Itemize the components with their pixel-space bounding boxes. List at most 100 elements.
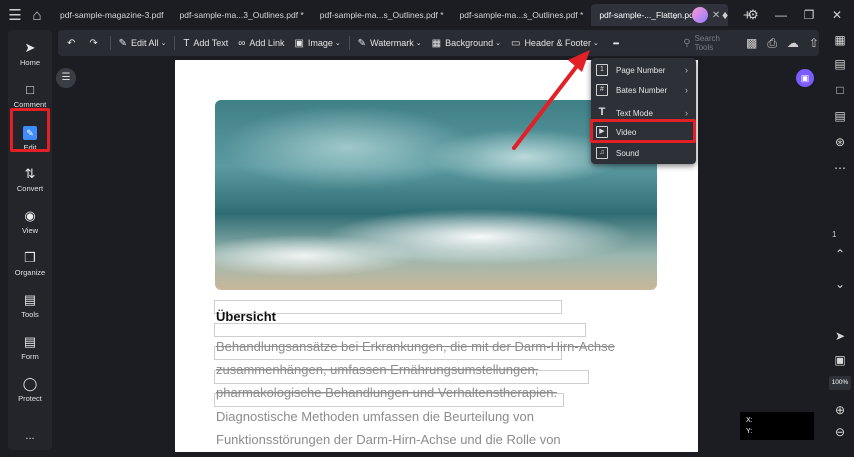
properties-icon[interactable]: ▤ [832, 56, 848, 72]
header-footer-button[interactable]: ▭ Header & Footer ⌄ [506, 30, 604, 56]
sidebar-item-label: Organize [14, 268, 46, 277]
document-line[interactable]: Behandlungsansätze bei Erkrankungen, die… [216, 339, 615, 354]
tab-file-2[interactable]: pdf-sample-ma...3_Outlines.pdf * [171, 4, 311, 26]
coordinates-readout: X: Y: [740, 412, 814, 440]
zoom-in-icon[interactable]: ⊕ [832, 402, 848, 418]
menu-item-label: Text Mode [616, 108, 653, 118]
image-button[interactable]: ▣ Image ⌄ [289, 30, 345, 56]
header-footer-icon: ▭ [510, 37, 521, 49]
cursor-icon[interactable]: ➤ [832, 328, 848, 344]
watermark-button[interactable]: ✎ Watermark ⌄ [353, 30, 427, 56]
background-button[interactable]: ▦ Background ⌄ [427, 30, 506, 56]
tab-label: pdf-sample-magazine-3.pdf [60, 10, 164, 20]
text-box[interactable] [214, 323, 586, 337]
add-text-button[interactable]: T Add Text [178, 30, 233, 56]
chevron-down-icon: ⌄ [415, 40, 422, 47]
title-bar: ☰ ⌂ pdf-sample-magazine-3.pdf pdf-sample… [0, 0, 854, 30]
shield-icon: ◯ [22, 376, 38, 391]
more-tools-button[interactable]: ••• [608, 30, 623, 56]
ai-assistant-icon[interactable]: ▣ [796, 69, 814, 87]
page-number-display: 1 [832, 230, 837, 239]
tab-label: pdf-sample-ma...s_Outlines.pdf * [459, 10, 584, 20]
background-label: Background [445, 38, 494, 48]
edit-all-button[interactable]: ✎ Edit All ⌄ [114, 30, 172, 56]
tab-file-3[interactable]: pdf-sample-ma...s_Outlines.pdf * [312, 4, 452, 26]
redo-icon: ↷ [89, 37, 98, 49]
share-icon[interactable]: ⇧ [809, 36, 819, 51]
text-icon: T [183, 37, 190, 49]
menu-item-label: Sound [616, 148, 640, 158]
pages-icon: ❒ [24, 250, 36, 265]
sidebar-item-label: Convert [16, 184, 44, 193]
add-link-button[interactable]: ∞ Add Link [233, 30, 289, 56]
document-line[interactable]: pharmakologische Behandlungen und Verhal… [216, 385, 557, 400]
toolbar-right-icons: ▩ ⎙ ☁ ⇧ [746, 36, 819, 51]
menu-item-sound[interactable]: ♫ Sound [591, 143, 696, 163]
print-icon[interactable]: ⎙ [767, 36, 777, 51]
menu-item-page-number[interactable]: 1 Page Number › [591, 60, 696, 80]
chevron-right-icon: › [685, 85, 688, 95]
upload-cloud-icon[interactable]: ☁ [787, 36, 799, 51]
bell-icon[interactable]: ♦ [714, 4, 736, 26]
menu-icon[interactable]: ☰ [4, 4, 26, 26]
coord-y-label: Y: [746, 428, 753, 435]
form-icon[interactable]: ▤ [832, 108, 848, 124]
divider [109, 36, 111, 50]
close-window-icon[interactable]: ✕ [826, 4, 848, 26]
chevron-down-icon: ⌄ [334, 40, 341, 47]
panel-icon[interactable]: ▦ [832, 32, 848, 48]
more-icon: ... [25, 430, 35, 442]
avatar[interactable] [692, 7, 708, 23]
save-icon[interactable]: ▩ [746, 36, 757, 51]
watermark-label: Watermark [370, 38, 414, 48]
rocket-icon: ➤ [24, 40, 36, 55]
zoom-level[interactable]: 100% [829, 376, 851, 390]
home-icon[interactable]: ⌂ [26, 4, 48, 26]
sidebar-item-label: Tools [21, 310, 39, 319]
sidebar-more[interactable]: ... [8, 416, 52, 456]
settings-sliders-icon[interactable]: ☰ [56, 68, 76, 88]
text-mode-icon: T [598, 106, 606, 118]
restore-icon[interactable]: ❐ [798, 4, 820, 26]
more-tools-menu: 1 Page Number › # Bates Number › T Text … [591, 58, 696, 164]
sidebar-item-convert[interactable]: ⇅ Convert [8, 160, 52, 200]
chevron-right-icon: › [685, 108, 688, 118]
minimize-icon[interactable]: — [770, 4, 792, 26]
undo-button[interactable]: ↶ [62, 30, 84, 56]
menu-item-bates-number[interactable]: # Bates Number › [591, 80, 696, 100]
chevron-down-icon[interactable]: ⌄ [664, 4, 686, 26]
sidebar-item-label: Home [19, 58, 40, 67]
search-tools[interactable]: ⚲ Search Tools [683, 34, 734, 52]
fit-page-icon[interactable]: ▣ [832, 352, 848, 368]
chevron-up-icon[interactable]: ⌃ [832, 246, 848, 262]
document-line[interactable]: zusammenhängen, umfassen Ernährungsumste… [216, 362, 538, 377]
convert-icon: ⇅ [24, 166, 36, 181]
watermark-icon: ✎ [357, 37, 367, 49]
sidebar-item-label: Protect [18, 394, 42, 403]
sidebar-item-home[interactable]: ➤ Home [8, 34, 52, 74]
tab-file-4[interactable]: pdf-sample-ma...s_Outlines.pdf * [452, 4, 592, 26]
document-line[interactable]: Diagnostische Methoden umfassen die Beur… [216, 409, 534, 424]
zoom-out-icon[interactable]: ⊖ [832, 424, 848, 440]
chevron-down-icon: ⌄ [160, 40, 167, 47]
sidebar-item-form[interactable]: ▤ Form [8, 328, 52, 368]
sidebar-item-protect[interactable]: ◯ Protect [8, 370, 52, 410]
edit-highlight-box [10, 108, 50, 152]
sidebar-item-organize[interactable]: ❒ Organize [8, 244, 52, 284]
chevron-down-icon[interactable]: ⌄ [832, 276, 848, 292]
redo-button[interactable]: ↷ [84, 30, 106, 56]
add-text-label: Add Text [193, 38, 229, 48]
sidebar-item-tools[interactable]: ▤ Tools [8, 286, 52, 326]
gear-icon[interactable]: ⚙ [742, 4, 764, 26]
sidebar-item-view[interactable]: ◉ View [8, 202, 52, 242]
attachment-icon[interactable]: ⊛ [832, 134, 848, 150]
toolbox-icon: ▤ [23, 292, 37, 307]
more-icon[interactable]: ⋯ [832, 160, 848, 176]
tab-file-1[interactable]: pdf-sample-magazine-3.pdf [52, 4, 171, 26]
document-line[interactable]: Funktionsstörungen der Darm-Hirn-Achse u… [216, 432, 561, 447]
search-icon: ⚲ [683, 37, 691, 49]
document-heading[interactable]: Übersicht [216, 309, 276, 324]
menu-item-label: Bates Number [616, 85, 668, 95]
comment-icon[interactable]: □ [832, 82, 848, 98]
tab-label: pdf-sample-ma...3_Outlines.pdf * [179, 10, 304, 20]
